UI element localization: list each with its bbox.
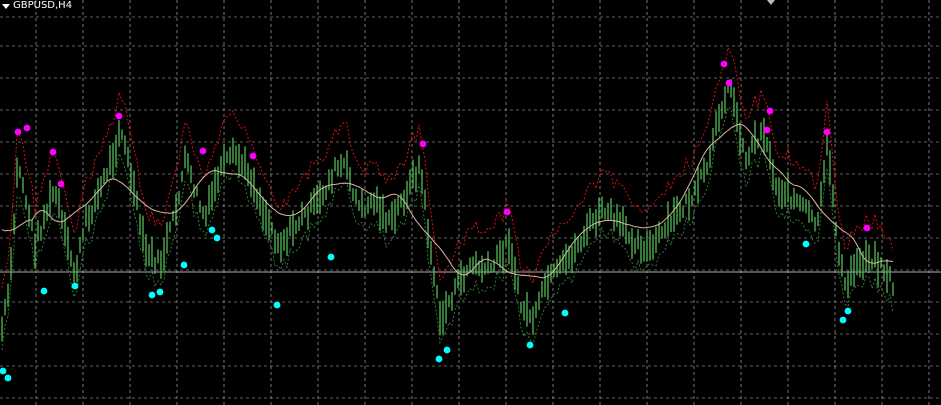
peak-signal-dot	[419, 140, 427, 148]
trough-signal-dot	[839, 316, 847, 324]
lower-band-line	[1, 106, 894, 350]
trough-signal-dot	[526, 341, 534, 349]
middle-average-line	[1, 123, 894, 279]
peak-signal-dot	[115, 112, 123, 120]
upper-band-line	[1, 46, 894, 288]
trough-signal-dot	[156, 288, 164, 296]
peak-signal-dot	[49, 148, 57, 156]
trough-signal-dot	[180, 261, 188, 269]
trough-signal-dot	[208, 226, 216, 234]
peak-signal-dot	[503, 208, 511, 216]
trough-signal-dot	[844, 307, 852, 315]
trough-signal-dot	[435, 355, 443, 363]
peak-signal-dot	[57, 180, 65, 188]
trough-signal-dot	[273, 301, 281, 309]
chart-title-bar[interactable]: GBPUSD,H4	[1, 0, 72, 12]
trough-signal-dot	[327, 253, 335, 261]
peak-signal-dot	[249, 152, 257, 160]
trough-signal-dot	[71, 282, 79, 290]
peak-signal-dot	[199, 147, 207, 155]
trough-signal-dot	[0, 367, 7, 375]
peak-signal-dot	[823, 128, 831, 136]
symbol-timeframe-label: GBPUSD,H4	[13, 0, 73, 11]
trough-signal-dot	[213, 234, 221, 242]
peak-signal-dot	[863, 224, 871, 232]
peak-signal-dot	[720, 60, 728, 68]
trough-signal-dot	[40, 287, 48, 295]
trough-signal-dot	[802, 240, 810, 248]
signal-dots	[0, 60, 871, 382]
chart-canvas[interactable]	[0, 0, 941, 405]
indicator-bands	[1, 46, 894, 350]
peak-signal-dot	[763, 126, 771, 134]
peak-signal-dot	[766, 107, 774, 115]
trough-signal-dot	[443, 346, 451, 354]
peak-signal-dot	[725, 79, 733, 87]
trough-signal-dot	[148, 291, 156, 299]
price-bars	[1, 79, 894, 342]
peak-signal-dot	[14, 128, 22, 136]
price-chart[interactable]	[0, 0, 941, 405]
triangle-down-icon[interactable]	[2, 3, 10, 9]
trough-signal-dot	[4, 374, 12, 382]
chart-shift-marker-icon[interactable]	[767, 0, 775, 5]
peak-signal-dot	[23, 124, 31, 132]
trough-signal-dot	[561, 309, 569, 317]
